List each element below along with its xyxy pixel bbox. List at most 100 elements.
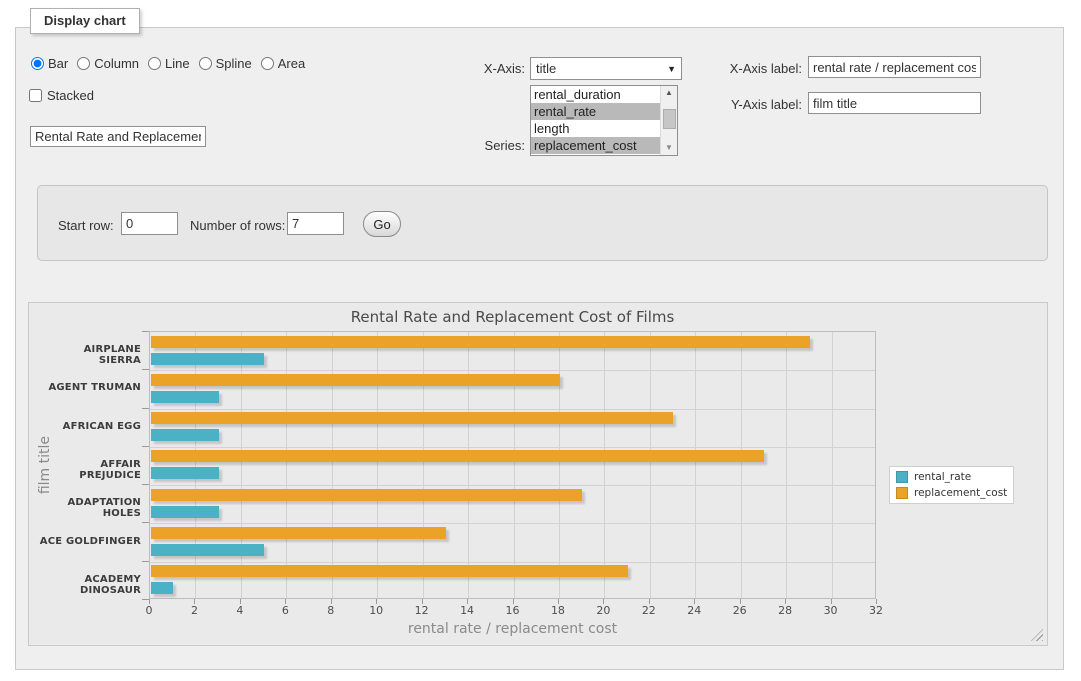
gridline-vertical — [377, 332, 378, 598]
series-list-label: Series: — [440, 138, 525, 153]
bar-replacement_cost — [151, 336, 810, 348]
stacked-label: Stacked — [47, 88, 94, 103]
bar-rental_rate — [151, 467, 219, 479]
gridline-vertical — [741, 332, 742, 598]
gridline-vertical — [468, 332, 469, 598]
x-tick-label: 16 — [493, 604, 533, 617]
x-axis-title: rental rate / replacement cost — [149, 621, 876, 637]
gridline-vertical — [514, 332, 515, 598]
radio-bar-input[interactable] — [31, 57, 44, 70]
stacked-checkbox[interactable] — [29, 89, 42, 102]
gridline-vertical — [832, 332, 833, 598]
bar-replacement_cost — [151, 450, 764, 462]
gridline-horizontal — [150, 447, 875, 448]
bar-rental_rate — [151, 506, 219, 518]
x-tick-label: 0 — [129, 604, 169, 617]
y-axis-tick — [142, 408, 149, 409]
series-option-rental-rate[interactable]: rental_rate — [531, 103, 660, 120]
bar-rental_rate — [151, 429, 219, 441]
legend-item-rental-rate: rental_rate — [896, 471, 1007, 483]
legend-label-replacement-cost: replacement_cost — [914, 487, 1007, 499]
series-option-length[interactable]: length — [531, 120, 660, 137]
bar-replacement_cost — [151, 374, 560, 386]
x-tick-label: 6 — [265, 604, 305, 617]
chevron-down-icon: ▼ — [667, 64, 676, 74]
x-tick-label: 20 — [583, 604, 623, 617]
gridline-vertical — [423, 332, 424, 598]
x-tick-label: 28 — [765, 604, 805, 617]
gridline-vertical — [650, 332, 651, 598]
x-tick-label: 22 — [629, 604, 669, 617]
radio-area-label: Area — [278, 56, 305, 71]
radio-line-label: Line — [165, 56, 190, 71]
radio-line[interactable]: Line — [148, 56, 190, 71]
scroll-down-icon[interactable]: ▼ — [665, 141, 673, 155]
y-tick-label: ACADEMY DINOSAUR — [39, 574, 141, 596]
listbox-scrollbar[interactable]: ▲ ▼ — [660, 86, 677, 155]
stacked-checkbox-row[interactable]: Stacked — [29, 88, 94, 103]
series-listbox[interactable]: rental_duration rental_rate length repla… — [530, 85, 678, 156]
y-axis-tick — [142, 446, 149, 447]
bar-rental_rate — [151, 544, 264, 556]
radio-line-input[interactable] — [148, 57, 161, 70]
radio-spline[interactable]: Spline — [199, 56, 252, 71]
gridline-horizontal — [150, 370, 875, 371]
x-tick-label: 8 — [311, 604, 351, 617]
x-tick-label: 30 — [811, 604, 851, 617]
chart-type-radio-group: Bar Column Line Spline Area — [31, 56, 314, 71]
y-axis-label-label: Y-Axis label: — [716, 97, 802, 112]
radio-bar-label: Bar — [48, 56, 68, 71]
x-axis-select-label: X-Axis: — [440, 61, 525, 76]
legend-swatch-replacement-cost — [896, 487, 908, 499]
chart-resize-handle[interactable] — [1031, 629, 1043, 641]
bar-replacement_cost — [151, 412, 673, 424]
x-tick-label: 10 — [356, 604, 396, 617]
go-button[interactable]: Go — [363, 211, 401, 237]
chart-legend: rental_rate replacement_cost — [889, 466, 1014, 504]
number-of-rows-label: Number of rows: — [190, 218, 285, 233]
gridline-horizontal — [150, 409, 875, 410]
x-tick-label: 14 — [447, 604, 487, 617]
start-row-input[interactable] — [121, 212, 178, 235]
row-controls-panel: Start row: Number of rows: Go — [37, 185, 1048, 261]
gridline-horizontal — [150, 562, 875, 563]
radio-column-input[interactable] — [77, 57, 90, 70]
y-axis-label-input[interactable] — [808, 92, 981, 114]
bar-replacement_cost — [151, 527, 446, 539]
radio-bar[interactable]: Bar — [31, 56, 68, 71]
radio-area[interactable]: Area — [261, 56, 305, 71]
plot-area — [149, 331, 876, 599]
radio-spline-input[interactable] — [199, 57, 212, 70]
gridline-vertical — [241, 332, 242, 598]
chart-title-input[interactable] — [30, 126, 206, 147]
series-option-replacement-cost[interactable]: replacement_cost — [531, 137, 660, 154]
number-of-rows-input[interactable] — [287, 212, 344, 235]
bar-replacement_cost — [151, 489, 582, 501]
y-axis-tick — [142, 484, 149, 485]
y-axis-tick — [142, 331, 149, 332]
x-axis-label-input[interactable] — [808, 56, 981, 78]
gridline-vertical — [786, 332, 787, 598]
radio-column[interactable]: Column — [77, 56, 139, 71]
y-axis-tick — [142, 561, 149, 562]
radio-area-input[interactable] — [261, 57, 274, 70]
y-axis-tick — [142, 369, 149, 370]
fieldset-legend: Display chart — [30, 8, 140, 34]
gridline-horizontal — [150, 523, 875, 524]
series-options: rental_duration rental_rate length repla… — [531, 86, 660, 155]
y-axis-tick — [142, 522, 149, 523]
gridline-vertical — [604, 332, 605, 598]
x-axis-select[interactable]: title ▼ — [530, 57, 682, 80]
gridline-vertical — [332, 332, 333, 598]
radio-column-label: Column — [94, 56, 139, 71]
legend-item-replacement-cost: replacement_cost — [896, 487, 1007, 499]
bar-replacement_cost — [151, 565, 628, 577]
y-tick-label: AGENT TRUMAN — [39, 382, 141, 393]
app-window: Display chart Bar Column Line Spline Are… — [0, 0, 1081, 681]
gridline-vertical — [559, 332, 560, 598]
scroll-up-icon[interactable]: ▲ — [665, 86, 673, 100]
scrollbar-thumb[interactable] — [663, 109, 676, 129]
x-tick-label: 2 — [174, 604, 214, 617]
x-tick-label: 4 — [220, 604, 260, 617]
series-option-rental-duration[interactable]: rental_duration — [531, 86, 660, 103]
